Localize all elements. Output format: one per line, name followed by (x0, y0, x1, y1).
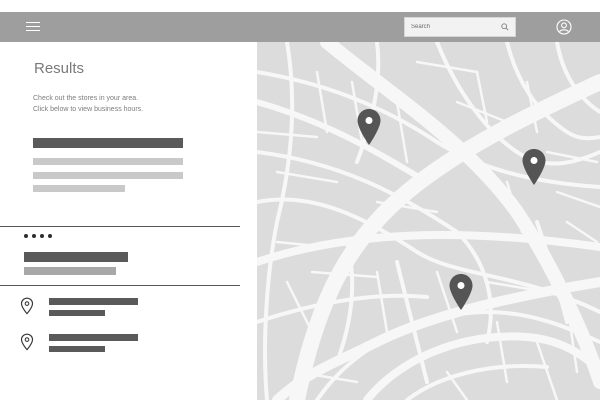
search-icon[interactable] (501, 23, 509, 31)
intro-text: Check out the stores in your area. Click… (33, 93, 143, 115)
map-pin-outline-icon (20, 333, 34, 351)
results-panel: Results Check out the stores in your are… (0, 42, 257, 400)
intro-line: Check out the stores in your area. (33, 95, 139, 102)
placeholder-text-bar (33, 158, 183, 165)
placeholder-text-bar (33, 172, 183, 179)
more-dots-icon[interactable] (24, 234, 54, 240)
search-input[interactable] (405, 18, 503, 36)
placeholder-store-name-bar (49, 298, 138, 305)
street-map[interactable] (257, 42, 600, 400)
placeholder-store-name-bar (49, 334, 138, 341)
placeholder-store-subtitle-bar (24, 267, 116, 275)
user-account-icon[interactable] (556, 19, 572, 35)
map-view[interactable] (257, 42, 600, 400)
page-title: Results (34, 60, 85, 77)
divider (0, 285, 240, 286)
placeholder-text-bar (33, 185, 125, 192)
placeholder-store-detail-bar (49, 310, 105, 316)
map-pin-outline-icon (20, 297, 34, 315)
search-box[interactable] (404, 17, 516, 37)
hamburger-menu-icon[interactable] (26, 21, 40, 33)
divider (0, 226, 240, 227)
intro-line: Click below to view business hours. (33, 106, 144, 113)
placeholder-store-detail-bar (49, 346, 105, 352)
placeholder-store-title-bar (24, 252, 128, 262)
top-bar (0, 12, 600, 42)
placeholder-heading-bar (33, 138, 183, 148)
